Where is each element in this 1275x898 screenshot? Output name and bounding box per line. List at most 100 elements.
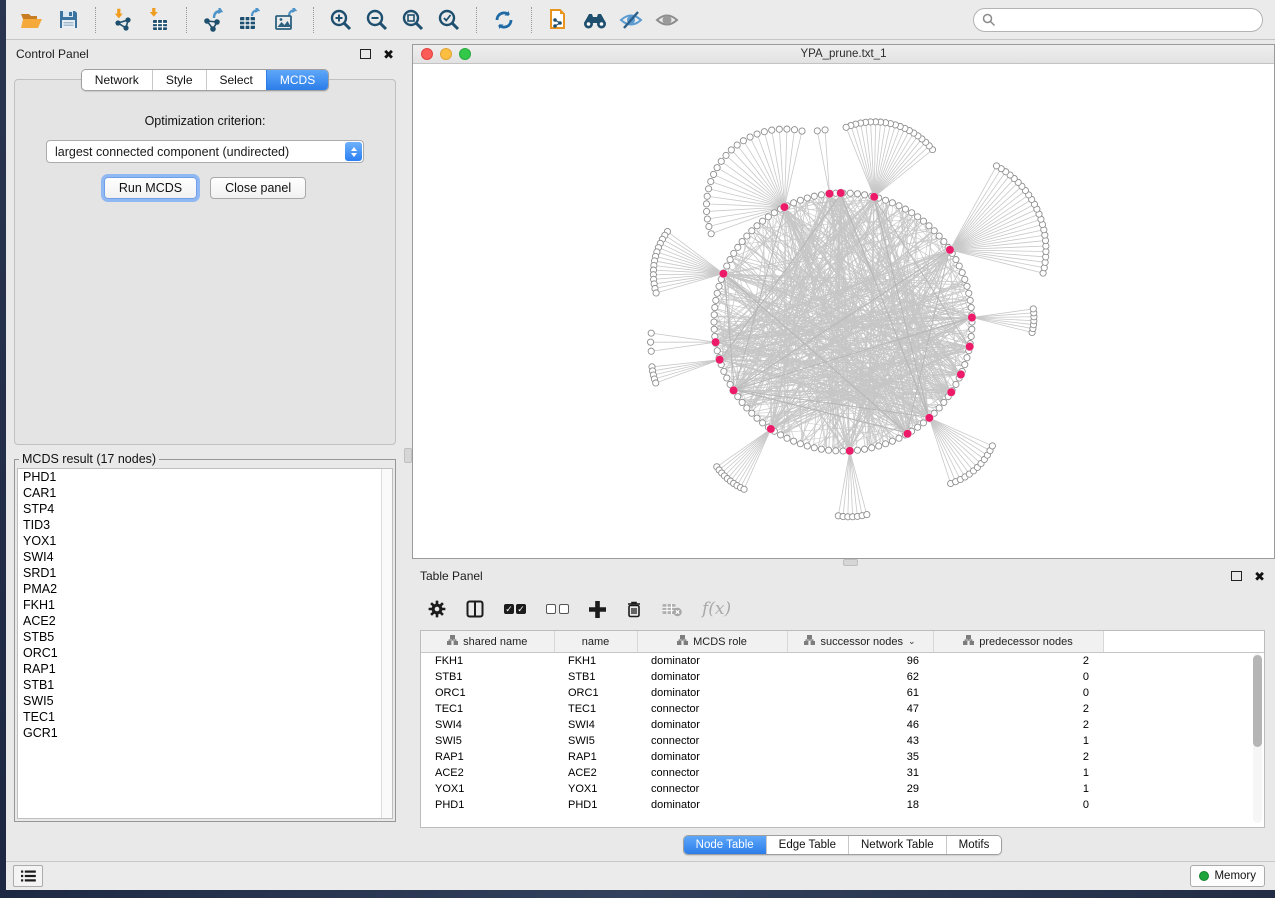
show-columns-icon[interactable]: [466, 600, 484, 618]
close-panel-button[interactable]: Close panel: [210, 177, 306, 199]
mcds-result-item[interactable]: SWI5: [18, 693, 392, 709]
close-panel-icon[interactable]: ✖: [383, 48, 394, 61]
mcds-result-item[interactable]: CAR1: [18, 485, 392, 501]
network-canvas[interactable]: [413, 64, 1274, 558]
mcds-result-item[interactable]: STP4: [18, 501, 392, 517]
tab-select[interactable]: Select: [206, 70, 266, 90]
new-network-from-selection-icon[interactable]: [541, 5, 577, 35]
table-row[interactable]: FKH1FKH1dominator962: [421, 653, 1264, 670]
mcds-hub-node[interactable]: [925, 414, 933, 422]
mcds-node[interactable]: [837, 189, 845, 197]
mcds-result-item[interactable]: STB5: [18, 629, 392, 645]
mcds-node[interactable]: [965, 342, 973, 350]
mcds-result-item[interactable]: PHD1: [18, 469, 392, 485]
find-network-icon[interactable]: [577, 5, 613, 35]
mcds-hub-node[interactable]: [825, 190, 833, 198]
mcds-node[interactable]: [729, 386, 737, 394]
column-header-successor-nodes[interactable]: successor nodes⌄: [787, 631, 933, 653]
tab-network[interactable]: Network: [82, 70, 152, 90]
mcds-hub-node[interactable]: [715, 356, 723, 364]
mcds-result-item[interactable]: TEC1: [18, 709, 392, 725]
open-session-icon[interactable]: [14, 5, 50, 35]
zoom-in-icon[interactable]: [323, 5, 359, 35]
table-row[interactable]: TEC1TEC1connector472: [421, 701, 1264, 717]
mcds-hub-node[interactable]: [846, 447, 854, 455]
import-table-icon[interactable]: [141, 5, 177, 35]
splitter-grip[interactable]: [843, 559, 858, 566]
delete-table-icon[interactable]: [662, 602, 682, 617]
float-panel-icon[interactable]: [360, 49, 371, 59]
column-header-name[interactable]: name: [554, 631, 637, 653]
mcds-result-item[interactable]: FKH1: [18, 597, 392, 613]
float-panel-icon[interactable]: [1231, 571, 1242, 581]
function-builder-icon[interactable]: f(x): [702, 599, 731, 619]
zoom-selected-icon[interactable]: [431, 5, 467, 35]
mcds-result-item[interactable]: YOX1: [18, 533, 392, 549]
mcds-result-item[interactable]: TID3: [18, 517, 392, 533]
import-network-icon[interactable]: [105, 5, 141, 35]
table-row[interactable]: SWI4SWI4dominator462: [421, 717, 1264, 733]
show-all-icon[interactable]: [649, 5, 685, 35]
export-image-icon[interactable]: [268, 5, 304, 35]
mcds-result-item[interactable]: PMA2: [18, 581, 392, 597]
mcds-result-item[interactable]: STB1: [18, 677, 392, 693]
table-row[interactable]: ORC1ORC1dominator610: [421, 685, 1264, 701]
show-panels-menu-button[interactable]: [13, 865, 43, 887]
network-graph[interactable]: [413, 64, 1274, 557]
mcds-hub-node[interactable]: [870, 193, 878, 201]
mcds-result-item[interactable]: RAP1: [18, 661, 392, 677]
export-network-icon[interactable]: [196, 5, 232, 35]
run-mcds-button[interactable]: Run MCDS: [104, 177, 197, 199]
save-session-icon[interactable]: [50, 5, 86, 35]
column-header-predecessor-nodes[interactable]: predecessor nodes: [933, 631, 1103, 653]
tab-style[interactable]: Style: [152, 70, 206, 90]
table-row[interactable]: SWI5SWI5connector431: [421, 733, 1264, 749]
mcds-node[interactable]: [903, 430, 911, 438]
table-row[interactable]: ACE2ACE2connector311: [421, 765, 1264, 781]
mcds-hub-node[interactable]: [711, 338, 719, 346]
table-cell: STB1: [421, 669, 554, 685]
mcds-node[interactable]: [947, 388, 955, 396]
mcds-hub-node[interactable]: [719, 269, 727, 277]
zoom-out-icon[interactable]: [359, 5, 395, 35]
mcds-result-item[interactable]: GCR1: [18, 725, 392, 741]
horizontal-splitter[interactable]: [410, 559, 1275, 564]
tab-node-table[interactable]: Node Table: [684, 836, 766, 854]
table-row[interactable]: PHD1PHD1dominator180: [421, 797, 1264, 813]
table-row[interactable]: RAP1RAP1dominator352: [421, 749, 1264, 765]
tab-mcds[interactable]: MCDS: [266, 70, 328, 90]
mcds-result-item[interactable]: SWI4: [18, 549, 392, 565]
table-scrollbar-thumb[interactable]: [1253, 655, 1262, 747]
hide-selected-icon[interactable]: [613, 5, 649, 35]
table-row[interactable]: STB1STB1dominator620: [421, 669, 1264, 685]
add-column-icon[interactable]: [589, 601, 606, 618]
tab-motifs[interactable]: Motifs: [946, 836, 1002, 854]
mcds-result-item[interactable]: SRD1: [18, 565, 392, 581]
tab-network-table[interactable]: Network Table: [848, 836, 946, 854]
table-scrollbar-track[interactable]: [1253, 653, 1262, 823]
criterion-dropdown[interactable]: largest connected component (undirected): [46, 140, 364, 163]
list-scrollbar[interactable]: [381, 469, 392, 818]
deselect-all-checkboxes-icon[interactable]: [546, 604, 569, 614]
table-settings-gear-icon[interactable]: [428, 600, 446, 618]
zoom-fit-icon[interactable]: [395, 5, 431, 35]
mcds-node[interactable]: [957, 370, 965, 378]
close-panel-icon[interactable]: ✖: [1254, 570, 1265, 583]
table-row[interactable]: YOX1YOX1connector291: [421, 781, 1264, 797]
table-cell: RAP1: [554, 749, 637, 765]
column-header-MCDS-role[interactable]: MCDS role: [637, 631, 787, 653]
mcds-hub-node[interactable]: [946, 246, 954, 254]
memory-button[interactable]: Memory: [1190, 865, 1265, 887]
mcds-result-item[interactable]: ACE2: [18, 613, 392, 629]
export-table-icon[interactable]: [232, 5, 268, 35]
delete-column-icon[interactable]: [626, 600, 642, 618]
mcds-hub-node[interactable]: [780, 203, 788, 211]
mcds-hub-node[interactable]: [968, 313, 976, 321]
tab-edge-table[interactable]: Edge Table: [766, 836, 848, 854]
select-all-checkboxes-icon[interactable]: ✓✓: [504, 604, 526, 614]
mcds-hub-node[interactable]: [767, 425, 775, 433]
refresh-view-icon[interactable]: [486, 5, 522, 35]
mcds-result-item[interactable]: ORC1: [18, 645, 392, 661]
search-input[interactable]: [1001, 12, 1254, 28]
column-header-shared-name[interactable]: shared name: [421, 631, 554, 653]
